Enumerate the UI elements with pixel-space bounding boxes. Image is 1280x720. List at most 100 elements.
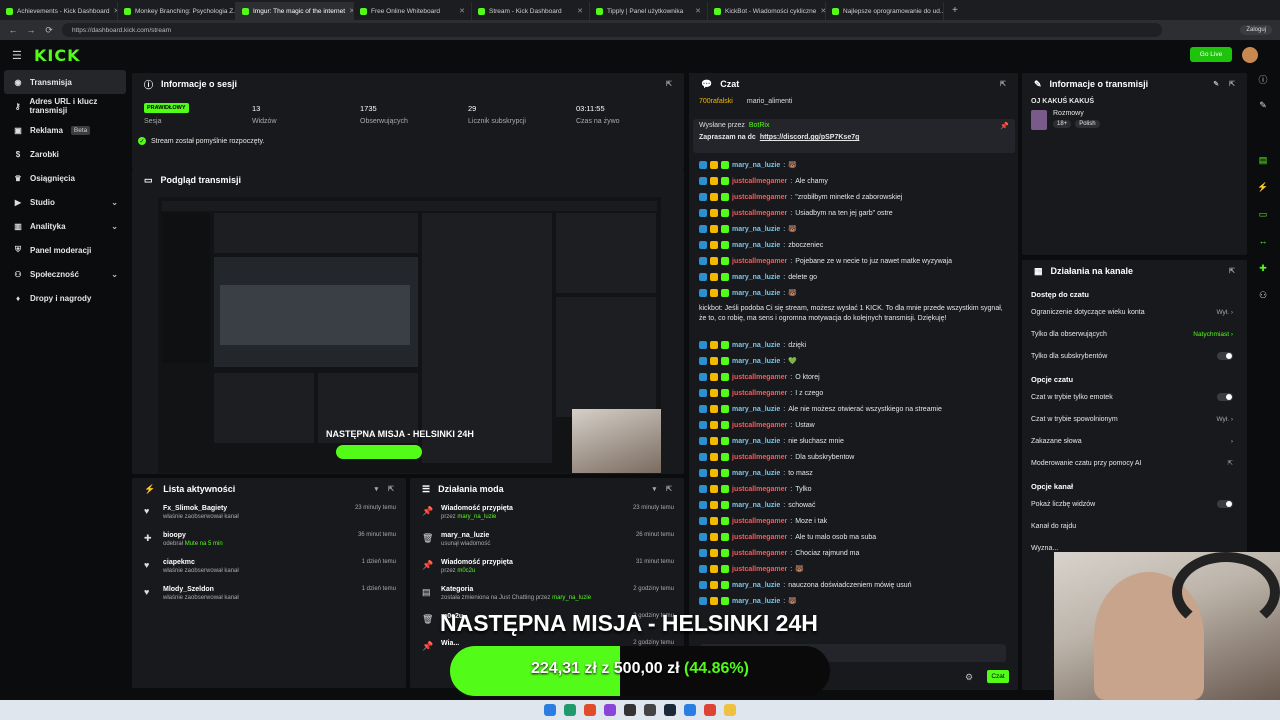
close-icon[interactable]: ✕	[695, 7, 701, 15]
chat-username[interactable]: justcallmegamer	[732, 210, 787, 217]
kick-logo[interactable]: KICK	[34, 46, 81, 65]
channel-option[interactable]: Tylko dla subskrybentów	[1022, 345, 1247, 367]
list-item[interactable]: ✚ bioopy odebrał Mute na 5 min 36 minut tem…	[132, 527, 406, 554]
channel-option[interactable]: Ograniczenie dotyczące wieku konta Wył. ›	[1022, 301, 1247, 323]
sidebar-item[interactable]: ▣ Reklama Beta	[0, 118, 130, 142]
chat-username[interactable]: mary_na_luzie	[732, 342, 780, 349]
popout-icon[interactable]: ⇱	[1229, 267, 1235, 275]
chat-username[interactable]: justcallmegamer	[732, 518, 787, 525]
message-icon[interactable]: ▭	[1257, 209, 1269, 221]
back-icon[interactable]: ←	[8, 25, 18, 35]
chat-username[interactable]: justcallmegamer	[732, 534, 787, 541]
hamburger-menu-icon[interactable]: ☰	[12, 49, 28, 62]
chat-message[interactable]: justcallmegamer: Chociaz rajmund ma	[689, 545, 1018, 561]
chat-username[interactable]: mary_na_luzie	[732, 470, 780, 477]
list-item[interactable]: ♥ Fx_Slimok_Bagiety właśnie zaobserwował k…	[132, 500, 406, 527]
app-icon[interactable]	[644, 704, 656, 716]
channel-option[interactable]: Czat w trybie spowolnionym Wył. ›	[1022, 408, 1247, 430]
sidebar-item[interactable]: ▥ Analityka ⌄	[0, 214, 130, 238]
pinned-message[interactable]: Wysłane przez BotRix 📌 Zapraszam na dc http…	[693, 119, 1015, 153]
channel-option[interactable]: Czat w trybie tylko emotek	[1022, 386, 1247, 408]
chat-message[interactable]: justcallmegamer: Ale chamy	[689, 173, 1018, 189]
chat-username[interactable]: mary_na_luzie	[732, 406, 780, 413]
close-icon[interactable]: ✕	[577, 7, 583, 15]
chat-message[interactable]: justcallmegamer: Usiadbym na ten jej garb…	[689, 205, 1018, 221]
chat-message[interactable]: justcallmegamer: Moze i tak	[689, 513, 1018, 529]
chat-message[interactable]: mary_na_luzie: 🐻	[689, 593, 1018, 609]
chevron-down-icon[interactable]: ⌄	[111, 222, 118, 231]
browser-tab[interactable]: Achievements - Kick Dashboard✕	[0, 2, 118, 20]
sidebar-item[interactable]: ♛ Osiągnięcia	[0, 166, 130, 190]
chat-message[interactable]: mary_na_luzie: delete go	[689, 269, 1018, 285]
pin-icon[interactable]: 📌	[1000, 122, 1009, 130]
browser-tab[interactable]: Tipply | Panel użytkownika ✕	[590, 2, 708, 20]
popout-icon[interactable]: ⇱	[1000, 80, 1006, 88]
pinned-user[interactable]: BotRix	[749, 122, 770, 130]
chat-message[interactable]: mary_na_luzie: 🐻	[689, 157, 1018, 173]
sidebar-item[interactable]: ⚷ Adres URL i klucz transmisji	[0, 94, 130, 118]
folder-icon[interactable]	[724, 704, 736, 716]
app-icon[interactable]	[604, 704, 616, 716]
chat-username[interactable]: justcallmegamer	[732, 374, 787, 381]
browser-tab[interactable]: Imgur: The magic of the internet✕	[236, 2, 354, 20]
filter-icon[interactable]: ▾	[653, 485, 657, 493]
sidebar-item[interactable]: $ Zarobki	[0, 142, 130, 166]
browser-tab[interactable]: Free Online Whiteboard ✕	[354, 2, 472, 20]
chat-message[interactable]: mary_na_luzie: nauczona doświadczeniem mó…	[689, 577, 1018, 593]
chat-message[interactable]: justcallmegamer: O ktorej	[689, 369, 1018, 385]
toggle-switch[interactable]	[1217, 500, 1233, 508]
chat-message[interactable]: justcallmegamer: Ale tu malo osob ma suba	[689, 529, 1018, 545]
chat-message[interactable]: justcallmegamer: 🐻	[689, 561, 1018, 577]
chat-message[interactable]: justcallmegamer: Pojebane ze w necie to j…	[689, 253, 1018, 269]
chat-username[interactable]: mary_na_luzie	[732, 274, 780, 281]
sidebar-item[interactable]: ◉ Transmisja	[4, 70, 126, 94]
profile-button[interactable]: Zaloguj	[1240, 25, 1272, 35]
users-icon[interactable]: ⚇	[1257, 290, 1269, 302]
chat-message[interactable]: mary_na_luzie: nie słuchasz mnie	[689, 433, 1018, 449]
code-icon[interactable]: ↔	[1257, 236, 1269, 248]
list-item[interactable]: 📌 Wiadomość przypięta przez m0c2u 31 minut …	[410, 554, 684, 581]
option-value[interactable]: Natychmiast ›	[1193, 331, 1233, 338]
brave-icon[interactable]	[584, 704, 596, 716]
wrench-icon[interactable]: ✚	[1257, 263, 1269, 275]
chat-username[interactable]: mary_na_luzie	[732, 598, 780, 605]
bolt-icon[interactable]: ⚡	[1257, 182, 1269, 194]
chat-message[interactable]: mary_na_luzie: 🐻	[689, 285, 1018, 301]
edit-icon[interactable]: ✎	[1257, 100, 1269, 112]
chat-username[interactable]: mary_na_luzie	[732, 438, 780, 445]
top-user[interactable]: mario_alimenti	[747, 98, 793, 105]
toggle-switch[interactable]	[1217, 393, 1233, 401]
filter-icon[interactable]: ▾	[375, 485, 379, 493]
edit-icon[interactable]: ✎	[1213, 80, 1219, 88]
chat-username[interactable]: justcallmegamer	[732, 258, 787, 265]
sidebar-item[interactable]: ♦ Dropy i nagrody	[0, 286, 130, 310]
chat-username[interactable]: justcallmegamer	[732, 194, 787, 201]
popout-icon[interactable]: ⇱	[1229, 80, 1235, 88]
browser-tab[interactable]: Monkey Branching: Psychologia Z...✕	[118, 2, 236, 20]
channel-option[interactable]: Pokaż liczbę widzów	[1022, 493, 1247, 515]
chat-username[interactable]: justcallmegamer	[732, 550, 787, 557]
layout-icon[interactable]: ▤	[1257, 155, 1269, 167]
toggle-switch[interactable]	[1217, 352, 1233, 360]
browser-tab[interactable]: KickBot - Wiadomości cykliczne ✕	[708, 2, 826, 20]
app-icon[interactable]	[684, 704, 696, 716]
sidebar-item[interactable]: ⚇ Społeczność ⌄	[0, 262, 130, 286]
start-icon[interactable]	[544, 704, 556, 716]
chat-username[interactable]: justcallmegamer	[732, 422, 787, 429]
chat-username[interactable]: justcallmegamer	[732, 178, 787, 185]
option-value[interactable]: ›	[1231, 438, 1233, 445]
sidebar-item[interactable]: ⛨ Panel moderacji	[0, 238, 130, 262]
chat-username[interactable]: justcallmegamer	[732, 390, 787, 397]
chat-username[interactable]: mary_na_luzie	[732, 358, 780, 365]
chat-username[interactable]: mary_na_luzie	[732, 242, 780, 249]
chat-username[interactable]: mary_na_luzie	[732, 290, 780, 297]
browser-tab[interactable]: Stream - Kick Dashboard ✕	[472, 2, 590, 20]
channel-option[interactable]: Kanał do rajdu	[1022, 515, 1247, 537]
chat-message[interactable]: mary_na_luzie: schować	[689, 497, 1018, 513]
app-icon[interactable]	[624, 704, 636, 716]
option-value[interactable]: Wył. ›	[1216, 416, 1233, 423]
chat-username[interactable]: mary_na_luzie	[732, 502, 780, 509]
app-icon[interactable]	[704, 704, 716, 716]
popout-icon[interactable]: ⇱	[666, 485, 672, 493]
chat-message[interactable]: mary_na_luzie: to masz	[689, 465, 1018, 481]
